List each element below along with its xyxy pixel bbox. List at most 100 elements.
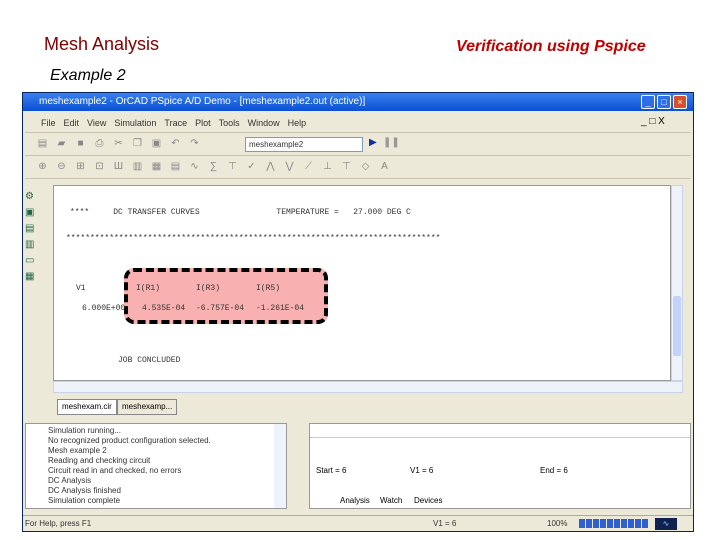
- status-bar: For Help, press F1 V1 = 6 100% ∿: [23, 515, 693, 531]
- vertical-scrollbar[interactable]: [671, 185, 683, 381]
- settings-icon[interactable]: ⚙: [25, 189, 45, 205]
- view-output-icon[interactable]: ▣: [25, 205, 45, 221]
- simulation-profile-select[interactable]: meshexample2: [245, 137, 363, 152]
- new-icon[interactable]: ▤: [36, 138, 49, 151]
- menu-bar: File Edit View Simulation Trace Plot Tools Wind…: [25, 113, 691, 133]
- log-line: DC Analysis finished: [48, 486, 121, 495]
- open-icon[interactable]: ▰: [55, 138, 68, 151]
- column-header: I(R1): [136, 284, 161, 293]
- view-simulation-icon[interactable]: ▤: [25, 221, 45, 237]
- mdi-controls[interactable]: _ □ X: [641, 116, 665, 127]
- label-icon[interactable]: A: [378, 161, 391, 174]
- log-line: Simulation complete: [48, 496, 121, 505]
- status-v1: V1 = 6: [433, 519, 457, 528]
- peak-icon[interactable]: ⋀: [264, 161, 277, 174]
- slope-icon[interactable]: ⟋: [302, 161, 315, 174]
- tab-meshexam-cir[interactable]: meshexam.cir: [57, 399, 117, 415]
- menu-trace[interactable]: Trace: [164, 118, 187, 128]
- menu-file[interactable]: File: [41, 118, 56, 128]
- redo-icon[interactable]: ↷: [188, 138, 201, 151]
- menu-tools[interactable]: Tools: [219, 118, 240, 128]
- eval-icon[interactable]: ∑: [207, 161, 220, 174]
- log-line: Reading and checking circuit: [48, 456, 151, 465]
- waveform-icon: ∿: [655, 518, 677, 530]
- zoom-area-icon[interactable]: ⊞: [74, 161, 87, 174]
- analysis-pane: Start = 6 V1 = 6 End = 6 Analysis Watch …: [309, 423, 691, 509]
- simulation-log: Simulation running... No recognized produ…: [25, 423, 287, 509]
- value-cell: -6.757E-04: [196, 304, 245, 313]
- end-value: End = 6: [540, 466, 568, 475]
- title-bar: meshexample2 - OrCAD PSpice A/D Demo - […: [23, 93, 693, 111]
- log-line: No recognized product configuration sele…: [48, 436, 211, 445]
- window-title: meshexample2 - OrCAD PSpice A/D Demo - […: [39, 96, 366, 107]
- zoom-in-icon[interactable]: ⊕: [36, 161, 49, 174]
- output-file-view: **** DC TRANSFER CURVES TEMPERATURE = 27…: [53, 185, 671, 381]
- max-icon[interactable]: ⊤: [340, 161, 353, 174]
- progress-bar: [579, 516, 649, 532]
- column-header: I(R3): [196, 284, 221, 293]
- tab-devices[interactable]: Devices: [414, 496, 442, 505]
- start-value: Start = 6: [316, 466, 347, 475]
- toolbar-plot: ⊕ ⊖ ⊞ ⊡ Ш ▥ ▦ ▤ ∿ ∑ ⊤ ✓ ⋀ ⋁ ⟋ ⊥ ⊤ ◇ A: [25, 157, 691, 179]
- menu-edit[interactable]: Edit: [64, 118, 80, 128]
- view-results-icon[interactable]: ▥: [25, 237, 45, 253]
- run-icon[interactable]: ▶: [369, 137, 377, 148]
- close-button[interactable]: ×: [673, 95, 687, 109]
- tab-meshexamp-out[interactable]: meshexamp...: [117, 399, 178, 415]
- add-trace-icon[interactable]: ∿: [188, 161, 201, 174]
- paste-icon[interactable]: ▣: [150, 138, 163, 151]
- cursor-icon[interactable]: ⊤: [226, 161, 239, 174]
- axis-icon[interactable]: ▤: [169, 161, 182, 174]
- menu-plot[interactable]: Plot: [195, 118, 211, 128]
- pspice-window: meshexample2 - OrCAD PSpice A/D Demo - […: [22, 92, 694, 532]
- status-help: For Help, press F1: [25, 519, 92, 528]
- mark-icon[interactable]: ✓: [245, 161, 258, 174]
- maximize-button[interactable]: □: [657, 95, 671, 109]
- tab-analysis[interactable]: Analysis: [340, 496, 370, 505]
- v1-value: V1 = 6: [410, 466, 434, 475]
- value-cell: -1.261E-04: [256, 304, 305, 313]
- menu-view[interactable]: View: [87, 118, 106, 128]
- left-toolbar: ⚙ ▣ ▤ ▥ ▭ ▦: [25, 189, 45, 285]
- menu-simulation[interactable]: Simulation: [114, 118, 156, 128]
- min-icon[interactable]: ⊥: [321, 161, 334, 174]
- log-line: Simulation running...: [48, 426, 121, 435]
- column-header: V1: [76, 284, 86, 293]
- copy-icon[interactable]: ❐: [131, 138, 144, 151]
- slide-subtitle: Example 2: [50, 67, 126, 84]
- log-line: DC Analysis: [48, 476, 92, 485]
- log-line: Circuit read in and checked, no errors: [48, 466, 182, 475]
- output-header: **** DC TRANSFER CURVES TEMPERATURE = 27…: [70, 208, 411, 217]
- toolbar-standard: ▤ ▰ ■ ⎙ ✂ ❐ ▣ ↶ ↷ meshexample2 ▶ ❚❚: [25, 134, 691, 156]
- tab-watch[interactable]: Watch: [380, 496, 402, 505]
- performance-icon[interactable]: ▦: [150, 161, 163, 174]
- save-icon[interactable]: ■: [74, 138, 87, 151]
- log-scrollbar[interactable]: [274, 424, 286, 508]
- zoom-out-icon[interactable]: ⊖: [55, 161, 68, 174]
- pause-icon[interactable]: ❚❚: [383, 137, 400, 148]
- slide-title: Mesh Analysis: [44, 34, 160, 54]
- value-cell: 6.000E+00: [82, 304, 126, 313]
- zoom-fit-icon[interactable]: ⊡: [93, 161, 106, 174]
- cut-icon[interactable]: ✂: [112, 138, 125, 151]
- highlight-box: [124, 268, 328, 324]
- point-icon[interactable]: ◇: [359, 161, 372, 174]
- undo-icon[interactable]: ↶: [169, 138, 182, 151]
- menu-window[interactable]: Window: [248, 118, 280, 128]
- log-x-icon[interactable]: Ш: [112, 161, 125, 174]
- schematic-icon[interactable]: ▦: [25, 269, 45, 285]
- watch-icon[interactable]: ▭: [25, 253, 45, 269]
- menu-help[interactable]: Help: [288, 118, 307, 128]
- log-line: Mesh example 2: [48, 446, 107, 455]
- trough-icon[interactable]: ⋁: [283, 161, 296, 174]
- status-percent: 100%: [547, 519, 568, 528]
- print-icon[interactable]: ⎙: [93, 138, 106, 151]
- slide-right-title: Verification using Pspice: [456, 38, 646, 55]
- horizontal-scrollbar[interactable]: [53, 381, 683, 393]
- minimize-button[interactable]: _: [641, 95, 655, 109]
- column-header: I(R5): [256, 284, 281, 293]
- output-footer: JOB CONCLUDED: [118, 356, 181, 365]
- output-separator: ****************************************…: [66, 234, 441, 243]
- fourier-icon[interactable]: ▥: [131, 161, 144, 174]
- value-cell: 4.535E-04: [142, 304, 186, 313]
